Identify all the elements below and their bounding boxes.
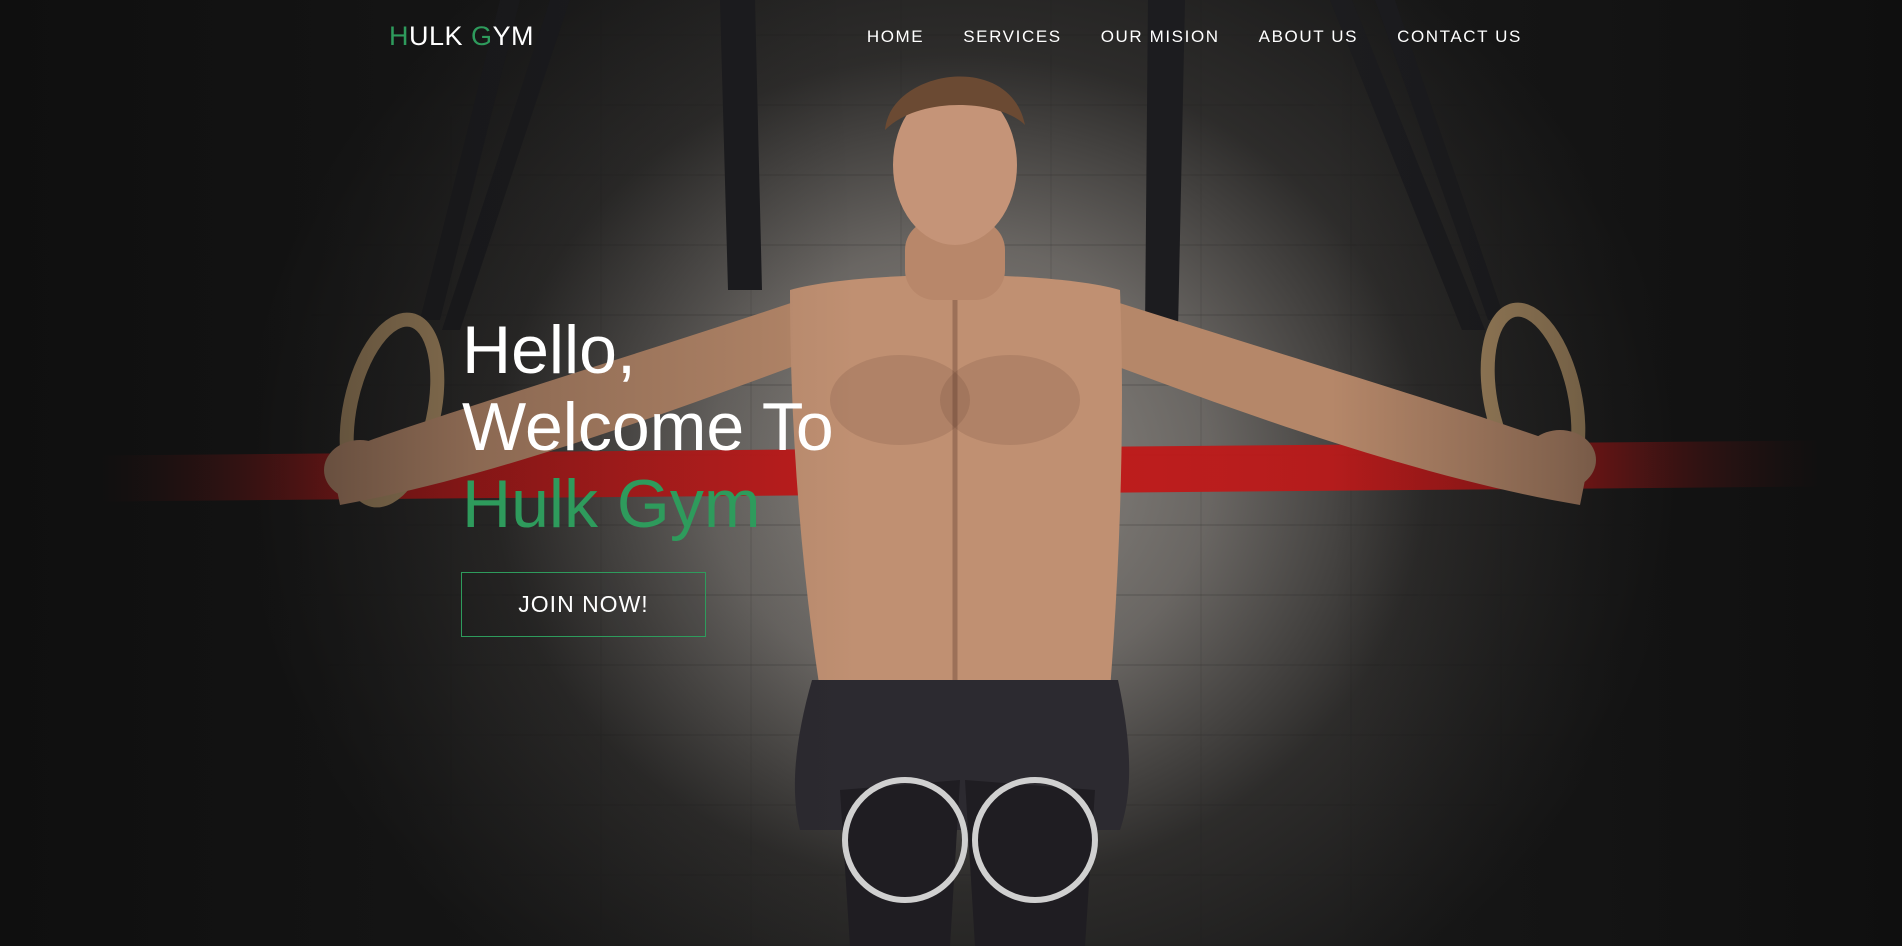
logo-letter-g: G (471, 21, 493, 51)
brand-logo[interactable]: HULK GYM (389, 21, 534, 52)
nav-link-services[interactable]: SERVICES (963, 27, 1061, 46)
hero-section: HULK GYM HOME SERVICES OUR MISION ABOUT … (0, 0, 1902, 946)
nav-item-home: HOME (867, 27, 924, 47)
nav-item-contact-us: CONTACT US (1397, 27, 1522, 47)
join-now-button[interactable]: JOIN NOW! (461, 572, 706, 637)
headline-line-hello: Hello, (462, 312, 636, 388)
headline-line-welcome: Welcome To (462, 389, 834, 465)
nav-link-contact-us[interactable]: CONTACT US (1397, 27, 1522, 46)
logo-text-ulk: ULK (409, 21, 472, 51)
nav-item-services: SERVICES (963, 27, 1061, 47)
nav-menu: HOME SERVICES OUR MISION ABOUT US CONTAC… (867, 27, 1522, 47)
nav-item-our-mision: OUR MISION (1101, 27, 1220, 47)
nav-link-about-us[interactable]: ABOUT US (1259, 27, 1358, 46)
nav-link-home[interactable]: HOME (867, 27, 924, 46)
nav-link-our-mision[interactable]: OUR MISION (1101, 27, 1220, 46)
logo-letter-h: H (389, 21, 409, 51)
top-navbar: HULK GYM HOME SERVICES OUR MISION ABOUT … (0, 0, 1902, 76)
nav-item-about-us: ABOUT US (1259, 27, 1358, 47)
hero-background-photo (324, 0, 1596, 946)
hero-headline: Hello, Welcome To Hulk Gym (462, 312, 834, 543)
headline-line-gym-name: Hulk Gym (462, 466, 761, 542)
logo-text-ym: YM (492, 21, 535, 51)
